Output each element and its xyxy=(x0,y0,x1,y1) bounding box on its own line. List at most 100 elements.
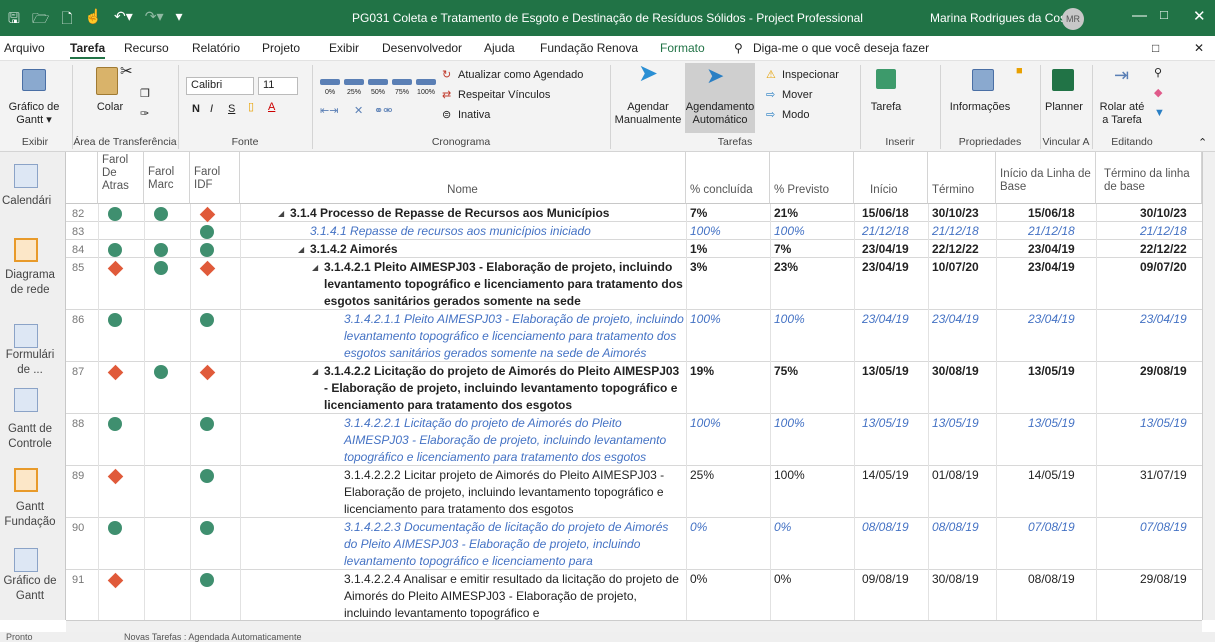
user-name[interactable]: Marina Rodrigues da Costa xyxy=(930,11,1076,25)
percent-50-icon[interactable] xyxy=(368,79,388,85)
row-id[interactable]: 88 xyxy=(72,416,84,433)
tab-arquivo[interactable]: Arquivo xyxy=(4,41,45,55)
pct-concluida[interactable]: 100% xyxy=(690,223,721,240)
pct-concluida[interactable]: 0% xyxy=(690,519,707,536)
baseline-start[interactable]: 23/04/19 xyxy=(1028,259,1075,276)
percent-75-icon[interactable] xyxy=(392,79,412,85)
table-row[interactable]: 83 3.1.4.1 Repasse de recursos aos municí… xyxy=(66,222,1202,240)
indent-icon[interactable]: ⇤⇥ xyxy=(320,105,338,118)
view-calendario[interactable]: Calendári xyxy=(0,194,65,209)
baseline-end[interactable]: 23/04/19 xyxy=(1140,311,1187,328)
vertical-scrollbar[interactable] xyxy=(1202,152,1215,620)
row-id[interactable]: 83 xyxy=(72,224,84,241)
gantt-icon[interactable] xyxy=(14,548,38,572)
start-date[interactable]: 08/08/19 xyxy=(862,519,909,536)
row-id[interactable]: 87 xyxy=(72,364,84,381)
collapse-ribbon-icon[interactable]: ⌃ xyxy=(1198,137,1207,150)
view-gantt-controle[interactable]: Gantt de Controle xyxy=(0,422,60,452)
start-date[interactable]: 21/12/18 xyxy=(862,223,909,240)
end-date[interactable]: 21/12/18 xyxy=(932,223,979,240)
baseline-start[interactable]: 23/04/19 xyxy=(1028,241,1075,258)
task-name[interactable]: 3.1.4.2.1.1 Pleito AIMESPJ03 - Elaboraçã… xyxy=(344,311,684,362)
baseline-start[interactable]: 13/05/19 xyxy=(1028,363,1075,380)
copy-icon[interactable]: ❐ xyxy=(140,88,150,101)
baseline-start[interactable]: 08/08/19 xyxy=(1028,571,1075,588)
respect-links-button[interactable]: Respeitar Vínculos xyxy=(458,89,550,102)
tab-exibir[interactable]: Exibir xyxy=(329,41,359,55)
tab-ajuda[interactable]: Ajuda xyxy=(484,41,515,55)
tab-recurso[interactable]: Recurso xyxy=(124,41,169,55)
baseline-end[interactable]: 09/07/20 xyxy=(1140,259,1187,276)
calendar-icon[interactable] xyxy=(14,164,38,188)
baseline-end[interactable]: 21/12/18 xyxy=(1140,223,1187,240)
end-date[interactable]: 08/08/19 xyxy=(932,519,979,536)
start-date[interactable]: 13/05/19 xyxy=(862,363,909,380)
task-name[interactable]: 3.1.4 Processo de Repasse de Recursos ao… xyxy=(290,205,684,222)
underline-button[interactable]: S xyxy=(228,103,235,116)
scroll-to-task-button[interactable]: Rolar até a Tarefa xyxy=(1096,101,1148,127)
clear-icon[interactable]: ◆ xyxy=(1154,87,1162,100)
end-date[interactable]: 30/08/19 xyxy=(932,363,979,380)
end-date[interactable]: 30/08/19 xyxy=(932,571,979,588)
auto-update-button[interactable]: Atualizar como Agendado xyxy=(458,69,583,82)
planner-button[interactable]: Planner xyxy=(1042,101,1086,114)
pct-concluida[interactable]: 25% xyxy=(690,467,714,484)
network-diagram-icon[interactable] xyxy=(14,238,38,262)
col-farol-idf[interactable]: Farol IDF xyxy=(190,152,240,204)
tab-relatorio[interactable]: Relatório xyxy=(192,41,240,55)
tab-projeto[interactable]: Projeto xyxy=(262,41,300,55)
link-icon[interactable]: ⚭⚮ xyxy=(374,105,392,118)
gantt-chart-button[interactable]: Gráfico de Gantt ▾ xyxy=(2,101,66,127)
horizontal-scrollbar[interactable] xyxy=(66,620,1202,632)
tracking-gantt-icon[interactable] xyxy=(14,388,38,412)
baseline-start[interactable]: 13/05/19 xyxy=(1028,415,1075,432)
table-row[interactable]: 88 3.1.4.2.2.1 Licitação do projeto de Ai… xyxy=(66,414,1202,466)
task-name[interactable]: 3.1.4.2.2.3 Documentação de licitação do… xyxy=(344,519,684,570)
font-size-select[interactable]: 11 xyxy=(258,77,298,95)
task-name[interactable]: 3.1.4.2.2.1 Licitação do projeto de Aimo… xyxy=(344,415,684,466)
end-date[interactable]: 23/04/19 xyxy=(932,311,979,328)
task-name[interactable]: 3.1.4.2.2.4 Analisar e emitir resultado … xyxy=(344,571,684,620)
percent-100-icon[interactable] xyxy=(416,79,436,85)
baseline-end[interactable]: 31/07/19 xyxy=(1140,467,1187,484)
end-date[interactable]: 01/08/19 xyxy=(932,467,979,484)
view-grafico-gantt[interactable]: Gráfico de Gantt xyxy=(0,574,60,604)
collapse-toggle-icon[interactable]: ◢ xyxy=(278,209,284,218)
view-diagrama-rede[interactable]: Diagrama de rede xyxy=(0,268,60,298)
pct-previsto[interactable]: 21% xyxy=(774,205,798,222)
pct-concluida[interactable]: 19% xyxy=(690,363,714,380)
info-button[interactable]: Informações xyxy=(946,101,1014,114)
task-name[interactable]: 3.1.4.1 Repasse de recursos aos municípi… xyxy=(310,223,684,240)
pct-previsto[interactable]: 100% xyxy=(774,311,805,328)
view-gantt-fundacao[interactable]: Gantt Fundação xyxy=(0,500,60,530)
close-doc-icon[interactable]: ✕ xyxy=(1194,41,1204,55)
minimize-icon[interactable]: — xyxy=(1132,7,1147,24)
end-date[interactable]: 13/05/19 xyxy=(932,415,979,432)
baseline-end[interactable]: 29/08/19 xyxy=(1140,571,1187,588)
status-new-tasks[interactable]: Novas Tarefas : Agendada Automaticamente xyxy=(124,632,301,642)
font-name-select[interactable]: Calibri xyxy=(186,77,254,95)
percent-0-icon[interactable] xyxy=(320,79,340,85)
table-row[interactable]: 91 3.1.4.2.2.4 Analisar e emitir resultad… xyxy=(66,570,1202,620)
baseline-end[interactable]: 30/10/23 xyxy=(1140,205,1187,222)
table-row[interactable]: 85 ◢ 3.1.4.2.1 Pleito AIMESPJ03 - Elaboraç… xyxy=(66,258,1202,310)
pct-concluida[interactable]: 1% xyxy=(690,241,707,258)
row-id[interactable]: 85 xyxy=(72,260,84,277)
pct-concluida[interactable]: 100% xyxy=(690,311,721,328)
baseline-start[interactable]: 23/04/19 xyxy=(1028,311,1075,328)
manual-schedule-button[interactable]: Agendar Manualmente xyxy=(614,101,682,127)
row-id[interactable]: 91 xyxy=(72,572,84,589)
table-row[interactable]: 90 3.1.4.2.2.3 Documentação de licitação … xyxy=(66,518,1202,570)
start-date[interactable]: 23/04/19 xyxy=(862,311,909,328)
highlight-icon[interactable]: ▯ xyxy=(248,101,254,114)
format-painter-icon[interactable]: ✑ xyxy=(140,108,149,121)
pct-previsto[interactable]: 23% xyxy=(774,259,798,276)
row-id[interactable]: 90 xyxy=(72,520,84,537)
baseline-start[interactable]: 07/08/19 xyxy=(1028,519,1075,536)
table-row[interactable]: 87 ◢ 3.1.4.2.2 Licitação do projeto de Aim… xyxy=(66,362,1202,414)
paste-button[interactable]: Colar xyxy=(90,101,130,114)
table-row[interactable]: 89 3.1.4.2.2.2 Licitar projeto de Aimorés… xyxy=(66,466,1202,518)
pct-previsto[interactable]: 100% xyxy=(774,467,805,484)
find-icon[interactable]: ⚲ xyxy=(1154,67,1162,80)
italic-button[interactable]: I xyxy=(210,103,213,116)
